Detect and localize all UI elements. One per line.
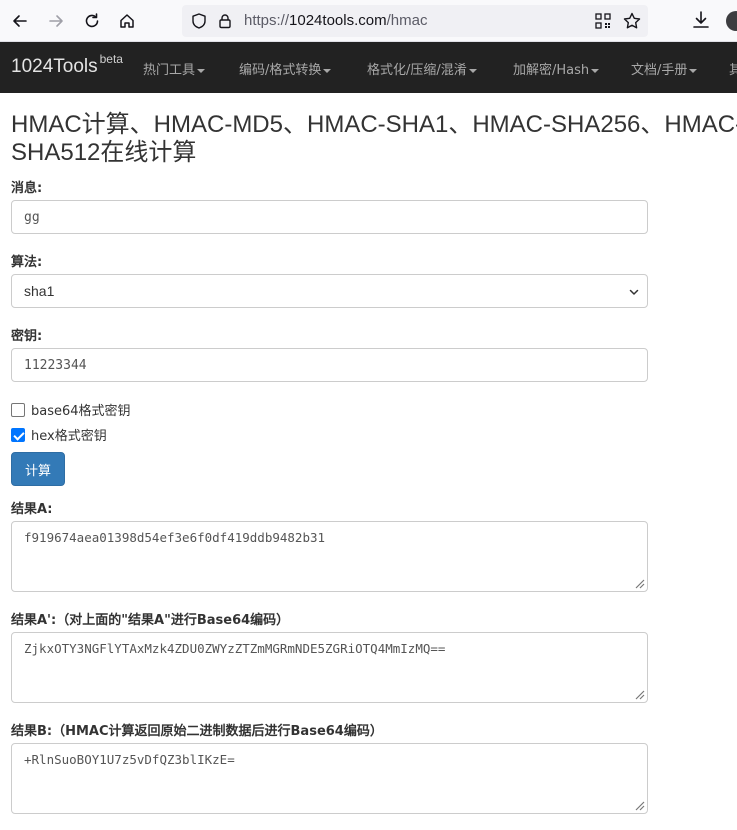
download-icon[interactable] — [690, 9, 712, 31]
site-navbar: 1024Tools beta 热门工具 编码/格式转换 格式化/压缩/混淆 加解密… — [0, 42, 737, 93]
result-b-label: 结果B:（HMAC计算返回原始二进制数据后进行Base64编码） — [11, 724, 383, 739]
message-label: 消息: — [11, 181, 43, 196]
caret-down-icon — [689, 68, 698, 73]
menu-hot-tools[interactable]: 热门工具 — [143, 59, 206, 78]
url-text[interactable]: https://1024tools.com/hmac — [244, 12, 427, 29]
result-b-value: +RlnSuoBOY1U7z5vDfQZ3blIKzE= — [24, 752, 235, 767]
base64-key-label: base64格式密钥 — [31, 404, 131, 419]
base64-key-option[interactable]: base64格式密钥 — [11, 400, 131, 419]
shield-icon[interactable] — [190, 12, 208, 30]
algorithm-select[interactable]: sha1 — [11, 274, 648, 308]
caret-down-icon — [323, 68, 332, 73]
reload-icon — [85, 13, 99, 28]
address-bar[interactable]: https://1024tools.com/hmac — [182, 5, 648, 37]
account-icon[interactable] — [726, 11, 737, 31]
site-logo[interactable]: 1024Tools beta — [11, 52, 123, 78]
menu-docs[interactable]: 文档/手册 — [631, 59, 698, 78]
result-a-textarea[interactable]: f919674aea01398d54ef3e6f0df419ddb9482b31 — [11, 521, 648, 592]
key-label: 密钥: — [11, 329, 43, 344]
result-a-value: f919674aea01398d54ef3e6f0df419ddb9482b31 — [24, 530, 326, 545]
arrow-right-icon — [49, 15, 63, 27]
qr-code-icon[interactable] — [595, 13, 611, 29]
bookmark-star-icon[interactable] — [622, 11, 642, 31]
key-input[interactable]: 11223344 — [11, 348, 648, 382]
base64-key-checkbox[interactable] — [11, 402, 25, 417]
hex-key-checkbox[interactable] — [11, 427, 25, 442]
reload-button[interactable] — [79, 8, 105, 34]
message-input[interactable]: gg — [11, 200, 648, 234]
caret-down-icon — [197, 68, 206, 73]
result-a-label: 结果A: — [11, 502, 53, 517]
lock-icon[interactable] — [216, 12, 234, 30]
menu-more[interactable]: 其 — [729, 59, 737, 78]
calculate-button[interactable]: 计算 — [11, 452, 65, 486]
menu-crypto[interactable]: 加解密/Hash — [513, 59, 600, 78]
result-a2-value: ZjkxOTY3NGFlYTAxMzk4ZDU0ZWYzZTZmMGRmNDE5… — [24, 641, 446, 656]
resize-handle-icon[interactable] — [633, 688, 645, 700]
home-button[interactable] — [114, 8, 140, 34]
caret-down-icon — [468, 68, 477, 73]
home-icon — [120, 14, 134, 28]
chevron-down-icon — [629, 289, 639, 295]
menu-encoding[interactable]: 编码/格式转换 — [239, 59, 332, 78]
arrow-left-icon — [13, 15, 27, 27]
page-title: HMAC计算、HMAC-MD5、HMAC-SHA1、HMAC-SHA256、HM… — [11, 111, 737, 166]
result-a2-textarea[interactable]: ZjkxOTY3NGFlYTAxMzk4ZDU0ZWYzZTZmMGRmNDE5… — [11, 632, 648, 703]
result-a2-label: 结果A':（对上面的"结果A"进行Base64编码） — [11, 613, 290, 628]
result-b-textarea[interactable]: +RlnSuoBOY1U7z5vDfQZ3blIKzE= — [11, 743, 648, 814]
resize-handle-icon[interactable] — [633, 799, 645, 811]
back-button[interactable] — [7, 8, 33, 34]
caret-down-icon — [591, 68, 600, 73]
menu-format[interactable]: 格式化/压缩/混淆 — [367, 59, 477, 78]
resize-handle-icon[interactable] — [633, 577, 645, 589]
hex-key-label: hex格式密钥 — [31, 429, 107, 444]
hex-key-option[interactable]: hex格式密钥 — [11, 425, 107, 444]
message-value: gg — [24, 209, 40, 225]
algorithm-label: 算法: — [11, 255, 43, 270]
forward-button[interactable] — [43, 8, 69, 34]
algorithm-value: sha1 — [24, 283, 55, 299]
key-value: 11223344 — [24, 357, 87, 373]
browser-toolbar: https://1024tools.com/hmac — [0, 0, 737, 42]
